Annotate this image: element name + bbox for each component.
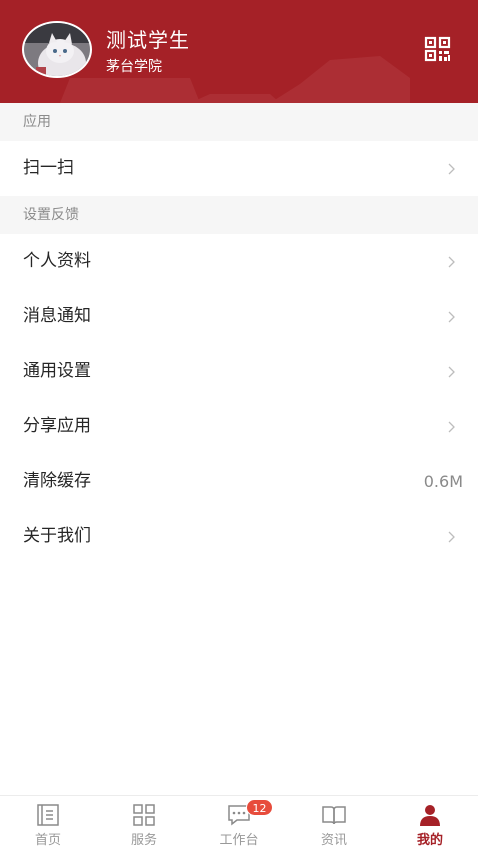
row-clear-cache[interactable]: 清除缓存 0.6M bbox=[0, 454, 478, 509]
tab-services[interactable]: 服务 bbox=[96, 796, 192, 850]
row-about-us[interactable]: 关于我们 bbox=[0, 509, 478, 564]
tab-home[interactable]: 首页 bbox=[0, 796, 96, 850]
section-header-apps: 应用 bbox=[0, 103, 478, 141]
qrcode-icon[interactable] bbox=[424, 36, 452, 62]
tab-mine[interactable]: 我的 bbox=[382, 796, 478, 850]
person-icon bbox=[420, 805, 440, 826]
tab-workbench-label: 工作台 bbox=[219, 833, 259, 848]
user-name: 测试学生 bbox=[106, 28, 190, 52]
row-label: 扫一扫 bbox=[23, 158, 74, 178]
row-share-app[interactable]: 分享应用 bbox=[0, 399, 478, 454]
avatar[interactable] bbox=[22, 21, 92, 78]
chevron-right-icon bbox=[448, 421, 455, 433]
user-school: 茅台学院 bbox=[106, 59, 162, 75]
row-label: 分享应用 bbox=[23, 416, 91, 436]
profile-header: 测试学生 茅台学院 bbox=[0, 0, 478, 103]
row-notifications[interactable]: 消息通知 bbox=[0, 289, 478, 344]
tab-news-label: 资讯 bbox=[320, 833, 347, 848]
row-label: 通用设置 bbox=[23, 361, 91, 381]
home-icon bbox=[37, 804, 59, 826]
grid-icon bbox=[133, 804, 155, 826]
row-profile[interactable]: 个人资料 bbox=[0, 234, 478, 289]
workbench-badge: 12 bbox=[246, 799, 273, 816]
bottom-tab-bar: 首页 服务 工作台 资讯 我的 bbox=[0, 795, 478, 850]
tab-news[interactable]: 资讯 bbox=[286, 796, 382, 850]
row-label: 消息通知 bbox=[23, 306, 91, 326]
chevron-right-icon bbox=[448, 531, 455, 543]
row-label: 清除缓存 bbox=[23, 471, 91, 491]
row-label: 关于我们 bbox=[23, 526, 91, 546]
chevron-right-icon bbox=[448, 256, 455, 268]
chevron-right-icon bbox=[448, 311, 455, 323]
section-header-settings: 设置反馈 bbox=[0, 196, 478, 234]
cache-size-value: 0.6M bbox=[423, 472, 463, 491]
chevron-right-icon bbox=[448, 163, 455, 175]
row-general-settings[interactable]: 通用设置 bbox=[0, 344, 478, 399]
row-scan[interactable]: 扫一扫 bbox=[0, 141, 478, 196]
book-icon bbox=[322, 806, 346, 825]
row-label: 个人资料 bbox=[23, 251, 91, 271]
tab-mine-label: 我的 bbox=[416, 833, 443, 848]
chevron-right-icon bbox=[448, 366, 455, 378]
tab-services-label: 服务 bbox=[130, 833, 157, 848]
tab-home-label: 首页 bbox=[34, 833, 61, 848]
